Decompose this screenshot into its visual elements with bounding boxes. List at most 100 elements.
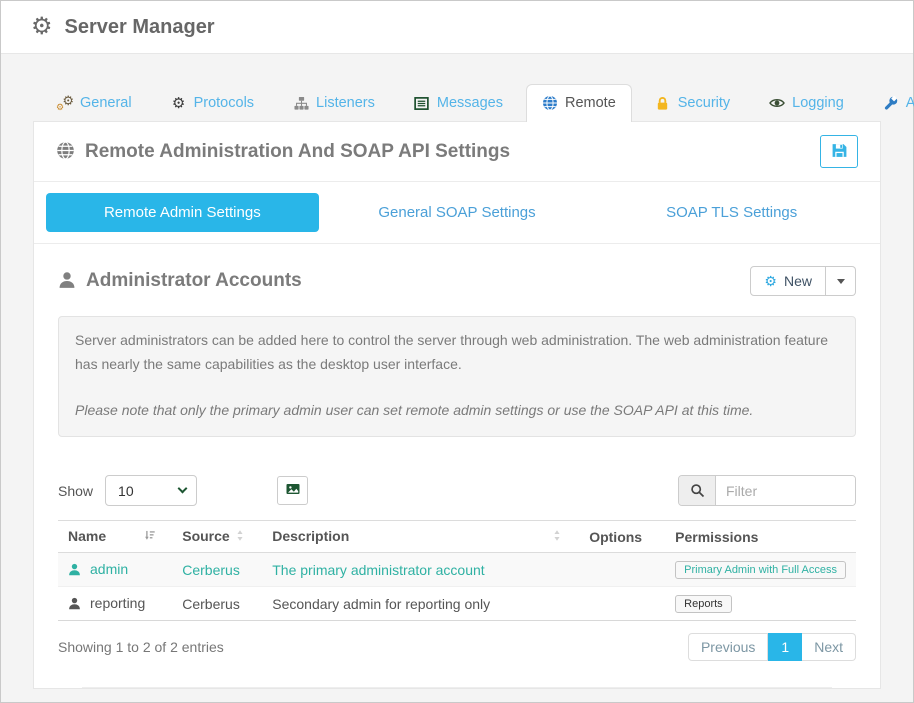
save-button[interactable] bbox=[820, 135, 858, 168]
new-button-group: ⚙ New bbox=[750, 266, 856, 296]
filter-input[interactable] bbox=[716, 476, 855, 505]
remote-settings-panel: Remote Administration And SOAP API Setti… bbox=[33, 121, 881, 689]
tab-label: Remote bbox=[565, 95, 616, 111]
section-heading: Administrator Accounts bbox=[86, 270, 302, 292]
table-header-row: Name Source Description bbox=[58, 521, 856, 553]
gears-icon: ⚙⚙ bbox=[57, 95, 73, 111]
chevron-down-icon bbox=[837, 279, 845, 284]
tab-label: Security bbox=[678, 95, 730, 111]
list-icon bbox=[414, 95, 430, 111]
column-label: Description bbox=[272, 528, 349, 544]
page-size-select[interactable]: 10 bbox=[105, 475, 197, 506]
person-icon bbox=[68, 563, 81, 579]
image-icon bbox=[285, 481, 301, 500]
tab-label: General bbox=[80, 95, 132, 111]
page-title: Server Manager bbox=[65, 16, 215, 39]
cell-permissions: Reports bbox=[665, 587, 856, 621]
table-row-admin[interactable]: admin Cerberus The primary administrator… bbox=[58, 553, 856, 587]
tab-messages[interactable]: Messages bbox=[398, 84, 519, 122]
person-icon bbox=[58, 271, 76, 291]
entries-summary: Showing 1 to 2 of 2 entries bbox=[58, 639, 224, 655]
next-page-button[interactable]: Next bbox=[802, 633, 856, 661]
page-1-button[interactable]: 1 bbox=[768, 633, 802, 661]
search-icon bbox=[679, 476, 716, 505]
person-icon bbox=[68, 597, 81, 613]
admin-accounts-table: Name Source Description bbox=[58, 520, 856, 621]
administrator-accounts-section: Administrator Accounts ⚙ New Server admi… bbox=[34, 244, 880, 688]
cell-source: Cerberus bbox=[172, 587, 262, 621]
cell-options bbox=[579, 587, 665, 621]
sort-icon bbox=[234, 529, 246, 545]
cell-source: Cerberus bbox=[172, 553, 262, 587]
cell-description: Secondary admin for reporting only bbox=[262, 587, 579, 621]
cell-name: reporting bbox=[58, 587, 172, 621]
subtab-soap-tls-settings[interactable]: SOAP TLS Settings bbox=[595, 193, 868, 232]
tab-label: Messages bbox=[437, 95, 503, 111]
globe-icon bbox=[56, 141, 75, 162]
column-label: Name bbox=[68, 528, 106, 544]
panel-title-bar: Remote Administration And SOAP API Setti… bbox=[34, 122, 880, 181]
column-label: Permissions bbox=[675, 529, 758, 545]
app-header: ⚙ Server Manager bbox=[1, 1, 913, 54]
admin-name: admin bbox=[90, 561, 128, 577]
tab-general[interactable]: ⚙⚙ General bbox=[41, 84, 148, 122]
column-header-permissions[interactable]: Permissions bbox=[665, 521, 856, 553]
show-label: Show bbox=[58, 483, 93, 499]
table-row-reporting[interactable]: reporting Cerberus Secondary admin for r… bbox=[58, 587, 856, 621]
cell-permissions: Primary Admin with Full Access bbox=[665, 553, 856, 587]
tab-advanced[interactable]: Advanced bbox=[867, 84, 914, 122]
column-header-name[interactable]: Name bbox=[58, 521, 172, 553]
lock-icon bbox=[655, 95, 671, 111]
export-image-button[interactable] bbox=[277, 476, 308, 505]
subtab-remote-admin-settings[interactable]: Remote Admin Settings bbox=[46, 193, 319, 232]
tab-protocols[interactable]: ⚙ Protocols bbox=[155, 84, 270, 122]
info-note: Please note that only the primary admin … bbox=[75, 399, 839, 423]
sort-asc-icon bbox=[143, 529, 156, 545]
gear-icon: ⚙ bbox=[31, 15, 53, 39]
tab-label: Protocols bbox=[194, 95, 254, 111]
main-tab-bar: ⚙⚙ General ⚙ Protocols Listeners Message… bbox=[41, 84, 881, 122]
gear-icon: ⚙ bbox=[171, 95, 187, 111]
cell-description: The primary administrator account bbox=[262, 553, 579, 587]
info-text: Server administrators can be added here … bbox=[75, 329, 839, 377]
permissions-badge: Primary Admin with Full Access bbox=[675, 561, 846, 579]
column-label: Options bbox=[589, 529, 642, 545]
new-button-label: New bbox=[784, 273, 812, 289]
cell-options bbox=[579, 553, 665, 587]
settings-subtabs: Remote Admin Settings General SOAP Setti… bbox=[34, 182, 880, 243]
column-header-options[interactable]: Options bbox=[579, 521, 665, 553]
floppy-icon bbox=[831, 142, 848, 162]
info-box: Server administrators can be added here … bbox=[58, 316, 856, 437]
tab-label: Listeners bbox=[316, 95, 375, 111]
new-button[interactable]: ⚙ New bbox=[750, 266, 826, 296]
column-header-description[interactable]: Description bbox=[262, 521, 579, 553]
divider bbox=[82, 687, 832, 688]
accounts-header: Administrator Accounts ⚙ New bbox=[58, 266, 856, 296]
admin-name: reporting bbox=[90, 595, 145, 611]
permissions-badge: Reports bbox=[675, 595, 732, 613]
page-size-select-wrap: 10 bbox=[105, 475, 197, 506]
tab-listeners[interactable]: Listeners bbox=[277, 84, 391, 122]
tab-label: Advanced bbox=[906, 95, 914, 111]
globe-icon bbox=[542, 95, 558, 111]
tab-remote[interactable]: Remote bbox=[526, 84, 632, 122]
panel-title: Remote Administration And SOAP API Setti… bbox=[85, 141, 510, 163]
filter-input-group bbox=[678, 475, 856, 506]
sitemap-icon bbox=[293, 95, 309, 111]
tab-logging[interactable]: Logging bbox=[753, 84, 860, 122]
gear-icon: ⚙ bbox=[764, 274, 777, 288]
tab-security[interactable]: Security bbox=[639, 84, 746, 122]
table-footer: Showing 1 to 2 of 2 entries Previous 1 N… bbox=[58, 633, 856, 661]
cell-name: admin bbox=[58, 553, 172, 587]
new-dropdown-button[interactable] bbox=[826, 266, 856, 296]
sort-icon bbox=[551, 529, 563, 545]
wrench-icon bbox=[883, 95, 899, 111]
eye-icon bbox=[769, 95, 785, 111]
tab-label: Logging bbox=[792, 95, 844, 111]
subtab-general-soap-settings[interactable]: General SOAP Settings bbox=[321, 193, 594, 232]
pagination: Previous 1 Next bbox=[688, 633, 856, 661]
column-label: Source bbox=[182, 528, 229, 544]
column-header-source[interactable]: Source bbox=[172, 521, 262, 553]
previous-page-button[interactable]: Previous bbox=[688, 633, 768, 661]
table-controls: Show 10 bbox=[58, 475, 856, 506]
